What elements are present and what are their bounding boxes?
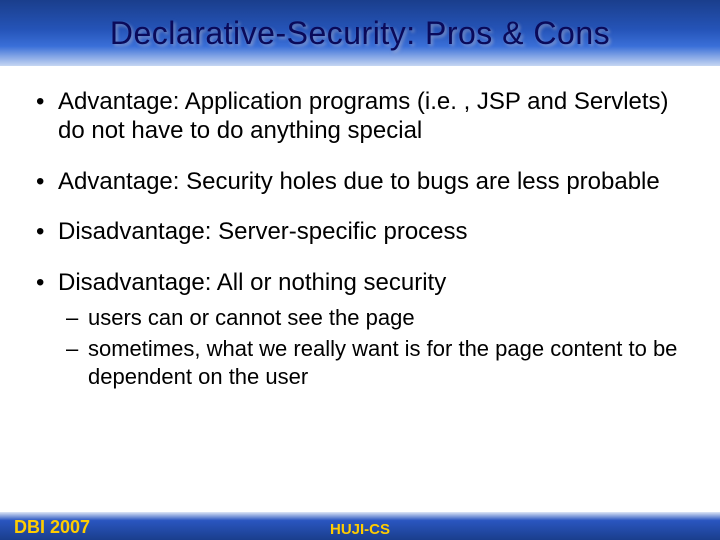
bullet-list: Advantage: Application programs (i.e. , …: [30, 88, 690, 390]
bullet-text: Advantage: Application programs (i.e. , …: [58, 88, 669, 144]
slide: Declarative-Security: Pros & Cons Advant…: [0, 0, 720, 540]
list-item: sometimes, what we really want is for th…: [64, 335, 690, 390]
list-item: Disadvantage: Server-specific process: [30, 218, 690, 247]
footer-center: HUJI-CS: [330, 521, 390, 538]
sub-bullet-text: sometimes, what we really want is for th…: [88, 336, 677, 389]
footer-left: DBI 2007: [14, 517, 90, 538]
bullet-text: Advantage: Security holes due to bugs ar…: [58, 168, 660, 195]
list-item: Disadvantage: All or nothing security us…: [30, 269, 690, 390]
bullet-text: Disadvantage: Server-specific process: [58, 218, 468, 245]
list-item: users can or cannot see the page: [64, 304, 690, 332]
slide-body: Advantage: Application programs (i.e. , …: [0, 66, 720, 540]
sub-bullet-list: users can or cannot see the page sometim…: [64, 304, 690, 391]
footer-bar: DBI 2007 HUJI-CS: [0, 512, 720, 540]
list-item: Advantage: Security holes due to bugs ar…: [30, 168, 690, 197]
list-item: Advantage: Application programs (i.e. , …: [30, 88, 690, 146]
sub-bullet-text: users can or cannot see the page: [88, 305, 415, 330]
slide-title: Declarative-Security: Pros & Cons: [110, 15, 610, 52]
title-bar: Declarative-Security: Pros & Cons: [0, 0, 720, 66]
bullet-text: Disadvantage: All or nothing security: [58, 269, 446, 296]
